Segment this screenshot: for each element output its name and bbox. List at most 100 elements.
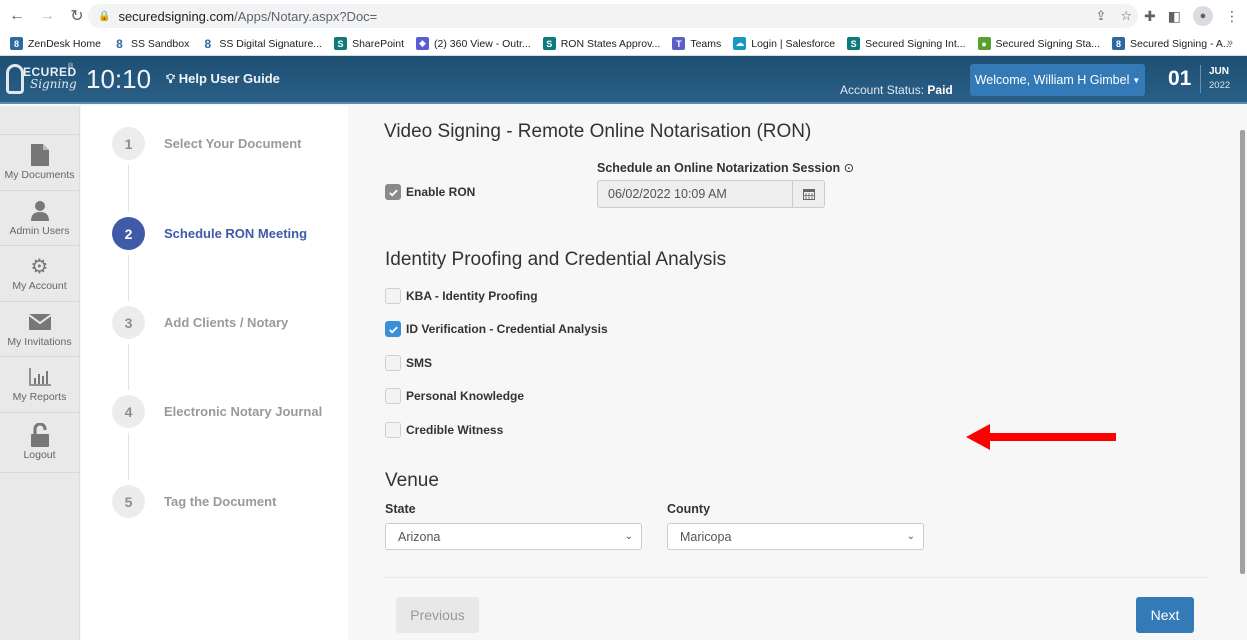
bookmark-item[interactable]: ☁ Login | Salesforce xyxy=(733,37,835,50)
secured-signing-icon: 8 xyxy=(204,36,212,51)
identity-option-row[interactable]: Personal Knowledge xyxy=(385,388,524,404)
bookmark-item[interactable]: S SharePoint xyxy=(334,37,404,50)
bar-chart-icon xyxy=(28,365,51,389)
next-button[interactable]: Next xyxy=(1136,597,1194,633)
bookmark-item[interactable]: ● Secured Signing Sta... xyxy=(977,37,1101,50)
bookmarks-overflow-button[interactable]: » xyxy=(1227,37,1233,49)
bookmark-item[interactable]: 8 Secured Signing - A... xyxy=(1112,37,1232,50)
step-connector xyxy=(128,433,129,480)
user-menu-button[interactable]: Welcome, William H Gimbel ▼ xyxy=(970,64,1145,96)
step-number: 5 xyxy=(112,485,145,518)
sidebar-item-my-reports[interactable]: My Reports xyxy=(0,357,79,413)
wizard-steps: 1 Select Your Document 2 Schedule RON Meeti… xyxy=(81,106,348,640)
share-icon[interactable]: ⇪ xyxy=(1095,8,1106,24)
bookmark-item[interactable]: T Teams xyxy=(672,37,721,50)
forward-button[interactable]: → xyxy=(34,3,60,29)
side-panel-icon[interactable]: ◧ xyxy=(1168,8,1181,25)
sidebar-item-label: Logout xyxy=(23,449,56,461)
account-status: Account Status: Paid xyxy=(840,83,953,97)
secured-signing-icon: 8 xyxy=(1112,37,1126,50)
identity-option-checkbox[interactable] xyxy=(385,355,401,371)
address-bar[interactable]: 🔒 securedsigning.com/Apps/Notary.aspx?Do… xyxy=(88,4,1138,28)
bookmark-item[interactable]: S RON States Approv... xyxy=(542,37,661,50)
step-label: Schedule RON Meeting xyxy=(164,226,308,241)
checkmark-icon xyxy=(388,189,398,197)
bookmark-label: RON States Approv... xyxy=(560,37,661,50)
wizard-step-4[interactable]: 4 Electronic Notary Journal xyxy=(112,395,322,428)
schedule-session-label: Schedule an Online Notarization Session … xyxy=(597,160,854,175)
identity-option-row[interactable]: Credible Witness xyxy=(385,422,503,438)
logo-text-bottom: Signing xyxy=(30,77,77,91)
star-icon[interactable]: ☆ xyxy=(1120,8,1132,24)
identity-option-checkbox[interactable] xyxy=(385,422,401,438)
secured-signing-logo[interactable]: ECURED Signing ® xyxy=(6,63,77,95)
step-connector xyxy=(128,165,129,212)
gear-icon: ⚙ xyxy=(30,255,49,278)
bookmark-label: Secured Signing Sta... xyxy=(995,37,1101,50)
step-connector xyxy=(128,255,129,301)
secured-signing-icon: 8 xyxy=(116,36,123,51)
reload-button[interactable]: ↻ xyxy=(64,3,90,29)
shield-icon: ◆ xyxy=(416,37,430,50)
identity-option-row[interactable]: KBA - Identity Proofing xyxy=(385,288,538,304)
bookmark-label: Secured Signing Int... xyxy=(865,37,966,50)
bookmark-item[interactable]: 8 ZenDesk Home xyxy=(10,37,101,50)
account-status-value: Paid xyxy=(927,83,953,97)
venue-section-title: Venue xyxy=(385,470,439,491)
step-label: Electronic Notary Journal xyxy=(164,404,323,419)
bookmark-label: Teams xyxy=(690,37,722,50)
identity-option-label: Credible Witness xyxy=(406,423,504,437)
wizard-step-2[interactable]: 2 Schedule RON Meeting xyxy=(112,217,307,250)
county-select[interactable]: Maricopa ⌄ xyxy=(667,523,924,550)
sidebar-item-my-documents[interactable]: My Documents xyxy=(0,135,79,191)
enable-ron-checkbox[interactable] xyxy=(385,184,401,200)
clock-icon: ⊙ xyxy=(843,161,855,175)
sidebar-item-admin-users[interactable]: Admin Users xyxy=(0,191,79,246)
wizard-step-5[interactable]: 5 Tag the Document xyxy=(112,485,276,518)
step-label: Add Clients / Notary xyxy=(164,315,289,330)
footer-divider xyxy=(384,577,1208,578)
schedule-datetime-input[interactable]: 06/02/2022 10:09 AM xyxy=(597,180,825,208)
identity-option-row[interactable]: ID Verification - Credential Analysis xyxy=(385,321,608,337)
sidebar-item-my-invitations[interactable]: My Invitations xyxy=(0,302,79,357)
bookmark-item[interactable]: 8 SS Digital Signature... xyxy=(201,36,323,51)
step-number: 1 xyxy=(112,127,145,160)
sidebar-spacer xyxy=(0,106,79,135)
sidebar-item-label: My Account xyxy=(12,280,67,293)
wizard-step-3[interactable]: 3 Add Clients / Notary xyxy=(112,306,288,339)
menu-icon[interactable]: ⋮ xyxy=(1225,8,1239,25)
date-day: 01 xyxy=(1168,67,1192,90)
identity-option-row[interactable]: SMS xyxy=(385,355,432,371)
logo-registered: ® xyxy=(68,63,74,70)
bookmark-item[interactable]: ◆ (2) 360 View - Outr... xyxy=(416,37,531,50)
help-user-guide-link[interactable]: 💡︎ Help User Guide xyxy=(166,71,280,87)
identity-option-checkbox[interactable] xyxy=(385,388,401,404)
state-select[interactable]: Arizona ⌄ xyxy=(385,523,642,550)
scrollbar-thumb[interactable] xyxy=(1240,130,1245,574)
sidebar-item-label: My Invitations xyxy=(7,335,72,348)
enable-ron-label: Enable RON xyxy=(406,185,476,199)
identity-option-checkbox[interactable] xyxy=(385,321,401,337)
wizard-step-1[interactable]: 1 Select Your Document xyxy=(112,127,302,160)
unlock-icon xyxy=(30,423,49,447)
page-scrollbar[interactable] xyxy=(1239,106,1247,640)
extensions-icon[interactable]: ✚ xyxy=(1144,8,1156,25)
chevron-down-icon: ⌄ xyxy=(624,531,633,542)
bookmark-item[interactable]: 8 SS Sandbox xyxy=(113,36,189,51)
sidebar-item-logout[interactable]: Logout xyxy=(0,413,79,473)
enable-ron-row[interactable]: Enable RON xyxy=(385,184,475,200)
caret-down-icon: ▼ xyxy=(1132,75,1141,85)
identity-option-checkbox[interactable] xyxy=(385,288,401,304)
date-divider xyxy=(1200,65,1201,93)
profile-avatar[interactable]: ● xyxy=(1193,6,1213,26)
sidebar: My Documents Admin Users ⚙ My Account My… xyxy=(0,106,80,640)
bookmark-item[interactable]: S Secured Signing Int... xyxy=(847,37,966,50)
back-button[interactable]: ← xyxy=(4,3,30,29)
bookmark-label: ZenDesk Home xyxy=(28,37,101,50)
schedule-datetime-value: 06/02/2022 10:09 AM xyxy=(608,187,727,201)
calendar-icon[interactable] xyxy=(792,181,824,207)
bookmark-label: SS Digital Signature... xyxy=(219,37,323,50)
previous-button[interactable]: Previous xyxy=(396,597,479,633)
bookmark-label: Secured Signing - A... xyxy=(1130,37,1232,50)
sidebar-item-my-account[interactable]: ⚙ My Account xyxy=(0,246,79,302)
